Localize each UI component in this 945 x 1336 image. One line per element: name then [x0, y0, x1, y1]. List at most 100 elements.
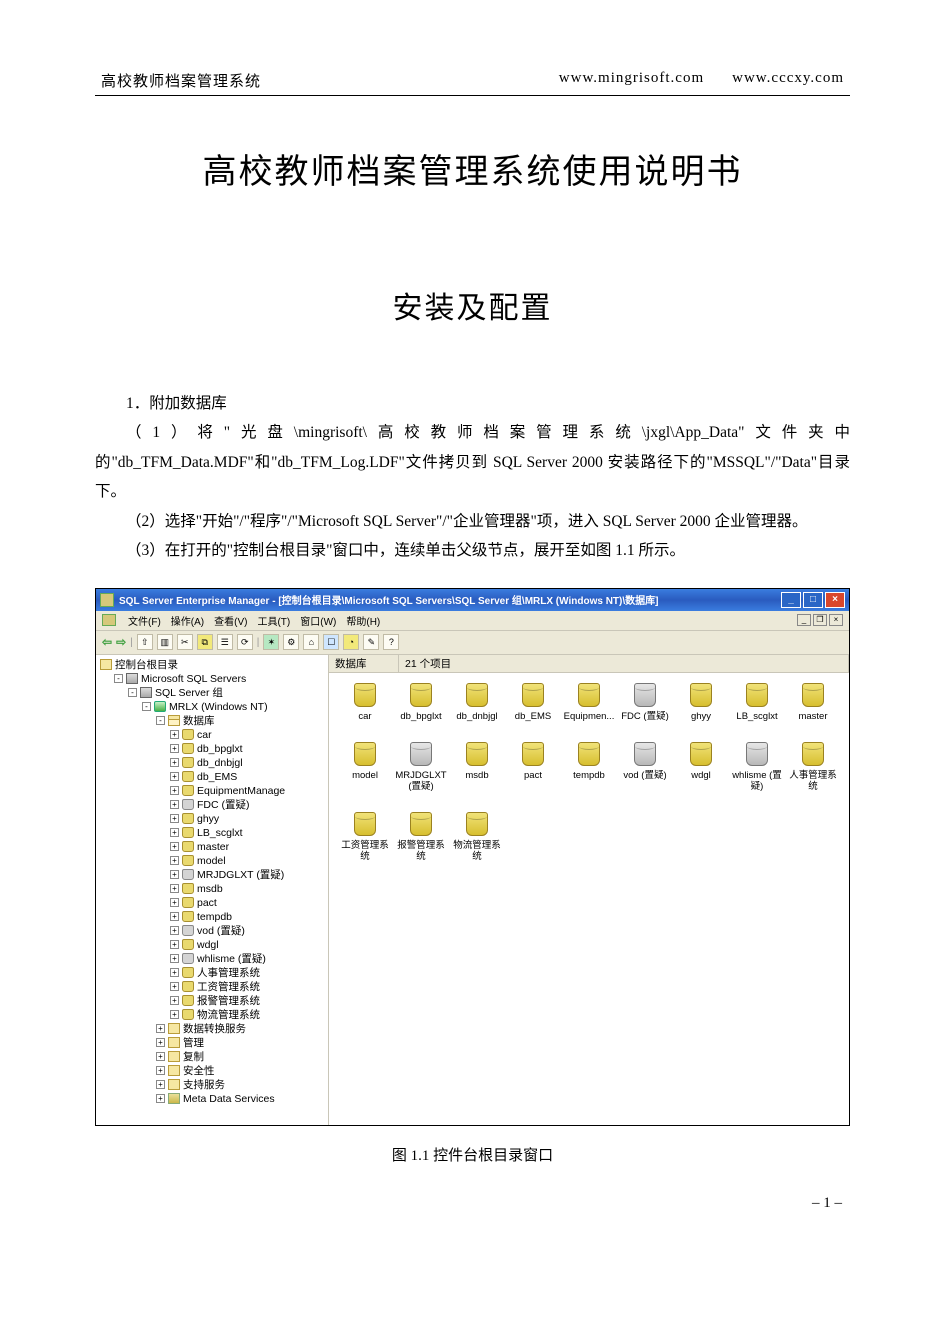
- tree-db-item[interactable]: +whlisme (置疑): [98, 952, 326, 966]
- tree-mgmt[interactable]: +管理: [98, 1036, 326, 1050]
- tree-support[interactable]: +支持服务: [98, 1078, 326, 1092]
- tree-db-item[interactable]: +db_bpglxt: [98, 742, 326, 756]
- db-icon-item[interactable]: 物流管理系统: [449, 812, 505, 862]
- tree-databases[interactable]: -数据库: [98, 714, 326, 728]
- minimize-button[interactable]: _: [781, 592, 801, 608]
- script-icon[interactable]: ✎: [363, 634, 379, 650]
- menu-help[interactable]: 帮助(H): [346, 613, 380, 628]
- body-text: 1．附加数据库 （1）将"光盘\mingrisoft\高校教师档案管理系统\jx…: [95, 389, 850, 566]
- tree-db-item[interactable]: +db_EMS: [98, 770, 326, 784]
- db-icon-item[interactable]: db_EMS: [505, 683, 561, 722]
- tree-db-item[interactable]: +FDC (置疑): [98, 798, 326, 812]
- db-icon-label: LB_scglxt: [729, 711, 785, 722]
- mdi-close-icon[interactable]: ×: [829, 614, 843, 626]
- tree-pane[interactable]: 控制台根目录 -Microsoft SQL Servers -SQL Serve…: [96, 655, 329, 1125]
- maximize-button[interactable]: □: [803, 592, 823, 608]
- db-icon-item[interactable]: whlisme (置疑): [729, 742, 785, 792]
- show-tree-icon[interactable]: ▥: [157, 634, 173, 650]
- tree-db-item[interactable]: +MRJDGLXT (置疑): [98, 868, 326, 882]
- tree-sec[interactable]: +安全性: [98, 1064, 326, 1078]
- menu-action[interactable]: 操作(A): [171, 613, 204, 628]
- database-icon: [746, 683, 768, 707]
- db-icon-item[interactable]: master: [785, 683, 841, 722]
- back-icon[interactable]: ⇦: [102, 635, 112, 649]
- db-icon-label: vod (置疑): [617, 770, 673, 781]
- tree-db-item[interactable]: +EquipmentManage: [98, 784, 326, 798]
- tree-db-item[interactable]: +car: [98, 728, 326, 742]
- db-icon-item[interactable]: db_dnbjgl: [449, 683, 505, 722]
- up-icon[interactable]: ⇧: [137, 634, 153, 650]
- db-icon-item[interactable]: msdb: [449, 742, 505, 792]
- db-icon-item[interactable]: tempdb: [561, 742, 617, 792]
- db-icon-item[interactable]: MRJDGLXT (置疑): [393, 742, 449, 792]
- db-icon-item[interactable]: car: [337, 683, 393, 722]
- mdi-min-icon[interactable]: _: [797, 614, 811, 626]
- tree-db-item[interactable]: +物流管理系统: [98, 1008, 326, 1022]
- db-icon-item[interactable]: Equipmen...: [561, 683, 617, 722]
- db-icon-label: pact: [505, 770, 561, 781]
- tree-db-item[interactable]: +msdb: [98, 882, 326, 896]
- menu-view[interactable]: 查看(V): [214, 613, 247, 628]
- tree-dts[interactable]: +数据转换服务: [98, 1022, 326, 1036]
- icon-area[interactable]: cardb_bpglxtdb_dnbjgldb_EMSEquipmen...FD…: [329, 673, 849, 1125]
- menu-window[interactable]: 窗口(W): [300, 613, 336, 628]
- menu-file[interactable]: 文件(F): [128, 613, 161, 628]
- mdi-restore-icon[interactable]: ❐: [813, 614, 827, 626]
- tree-db-item[interactable]: +db_dnbjgl: [98, 756, 326, 770]
- tree-db-item[interactable]: +ghyy: [98, 812, 326, 826]
- database-icon: [410, 742, 432, 766]
- db-icon-item[interactable]: 报警管理系统: [393, 812, 449, 862]
- reg-icon[interactable]: ☐: [323, 634, 339, 650]
- sched-icon[interactable]: ◔: [343, 634, 359, 650]
- tree-db-item[interactable]: +报警管理系统: [98, 994, 326, 1008]
- refresh-icon[interactable]: ⟳: [237, 634, 253, 650]
- tree-db-item[interactable]: +master: [98, 840, 326, 854]
- menu-bar: 文件(F) 操作(A) 查看(V) 工具(T) 窗口(W) 帮助(H) _ ❐ …: [96, 611, 849, 631]
- database-icon: [802, 742, 824, 766]
- db-icon-item[interactable]: 人事管理系统: [785, 742, 841, 792]
- close-button[interactable]: ×: [825, 592, 845, 608]
- tree-db-item[interactable]: +人事管理系统: [98, 966, 326, 980]
- title-bar: SQL Server Enterprise Manager - [控制台根目录\…: [96, 589, 849, 611]
- tree-sqlservers[interactable]: -Microsoft SQL Servers: [98, 672, 326, 686]
- database-icon: [466, 683, 488, 707]
- doc-subtitle: 安装及配置: [95, 283, 850, 327]
- tree-db-item[interactable]: +wdgl: [98, 938, 326, 952]
- tree-db-item[interactable]: +工资管理系统: [98, 980, 326, 994]
- db-icon-item[interactable]: 工资管理系统: [337, 812, 393, 862]
- new-icon[interactable]: ⌂: [303, 634, 319, 650]
- db-icon-item[interactable]: FDC (置疑): [617, 683, 673, 722]
- wizard-icon[interactable]: ⚙: [283, 634, 299, 650]
- db-icon-item[interactable]: db_bpglxt: [393, 683, 449, 722]
- tree-db-item[interactable]: +model: [98, 854, 326, 868]
- menu-tools[interactable]: 工具(T): [257, 613, 290, 628]
- db-icon-item[interactable]: LB_scglxt: [729, 683, 785, 722]
- copy-icon[interactable]: ⧉: [197, 634, 213, 650]
- tree-root[interactable]: 控制台根目录: [98, 658, 326, 672]
- tree-db-item[interactable]: +LB_scglxt: [98, 826, 326, 840]
- tree-db-item[interactable]: +pact: [98, 896, 326, 910]
- tree-meta[interactable]: +Meta Data Services: [98, 1092, 326, 1106]
- para-2: （2）选择"开始"/"程序"/"Microsoft SQL Server"/"企…: [95, 507, 850, 536]
- tree-instance[interactable]: -MRLX (Windows NT): [98, 700, 326, 714]
- db-icon-item[interactable]: model: [337, 742, 393, 792]
- run-icon[interactable]: ✶: [263, 634, 279, 650]
- sql-server-window: SQL Server Enterprise Manager - [控制台根目录\…: [95, 588, 850, 1126]
- cut-icon[interactable]: ✂: [177, 634, 193, 650]
- db-icon-item[interactable]: pact: [505, 742, 561, 792]
- tree-db-item[interactable]: +tempdb: [98, 910, 326, 924]
- tree-db-item[interactable]: +vod (置疑): [98, 924, 326, 938]
- db-icon-item[interactable]: wdgl: [673, 742, 729, 792]
- db-icon-item[interactable]: vod (置疑): [617, 742, 673, 792]
- list-col-name[interactable]: 数据库: [329, 655, 399, 672]
- help-icon[interactable]: ?: [383, 634, 399, 650]
- list-col-count: 21 个项目: [399, 655, 849, 672]
- db-icon-label: db_dnbjgl: [449, 711, 505, 722]
- database-icon: [466, 742, 488, 766]
- tree-group[interactable]: -SQL Server 组: [98, 686, 326, 700]
- database-icon: [354, 812, 376, 836]
- prop-icon[interactable]: ☰: [217, 634, 233, 650]
- fwd-icon[interactable]: ⇨: [116, 635, 126, 649]
- db-icon-item[interactable]: ghyy: [673, 683, 729, 722]
- tree-repl[interactable]: +复制: [98, 1050, 326, 1064]
